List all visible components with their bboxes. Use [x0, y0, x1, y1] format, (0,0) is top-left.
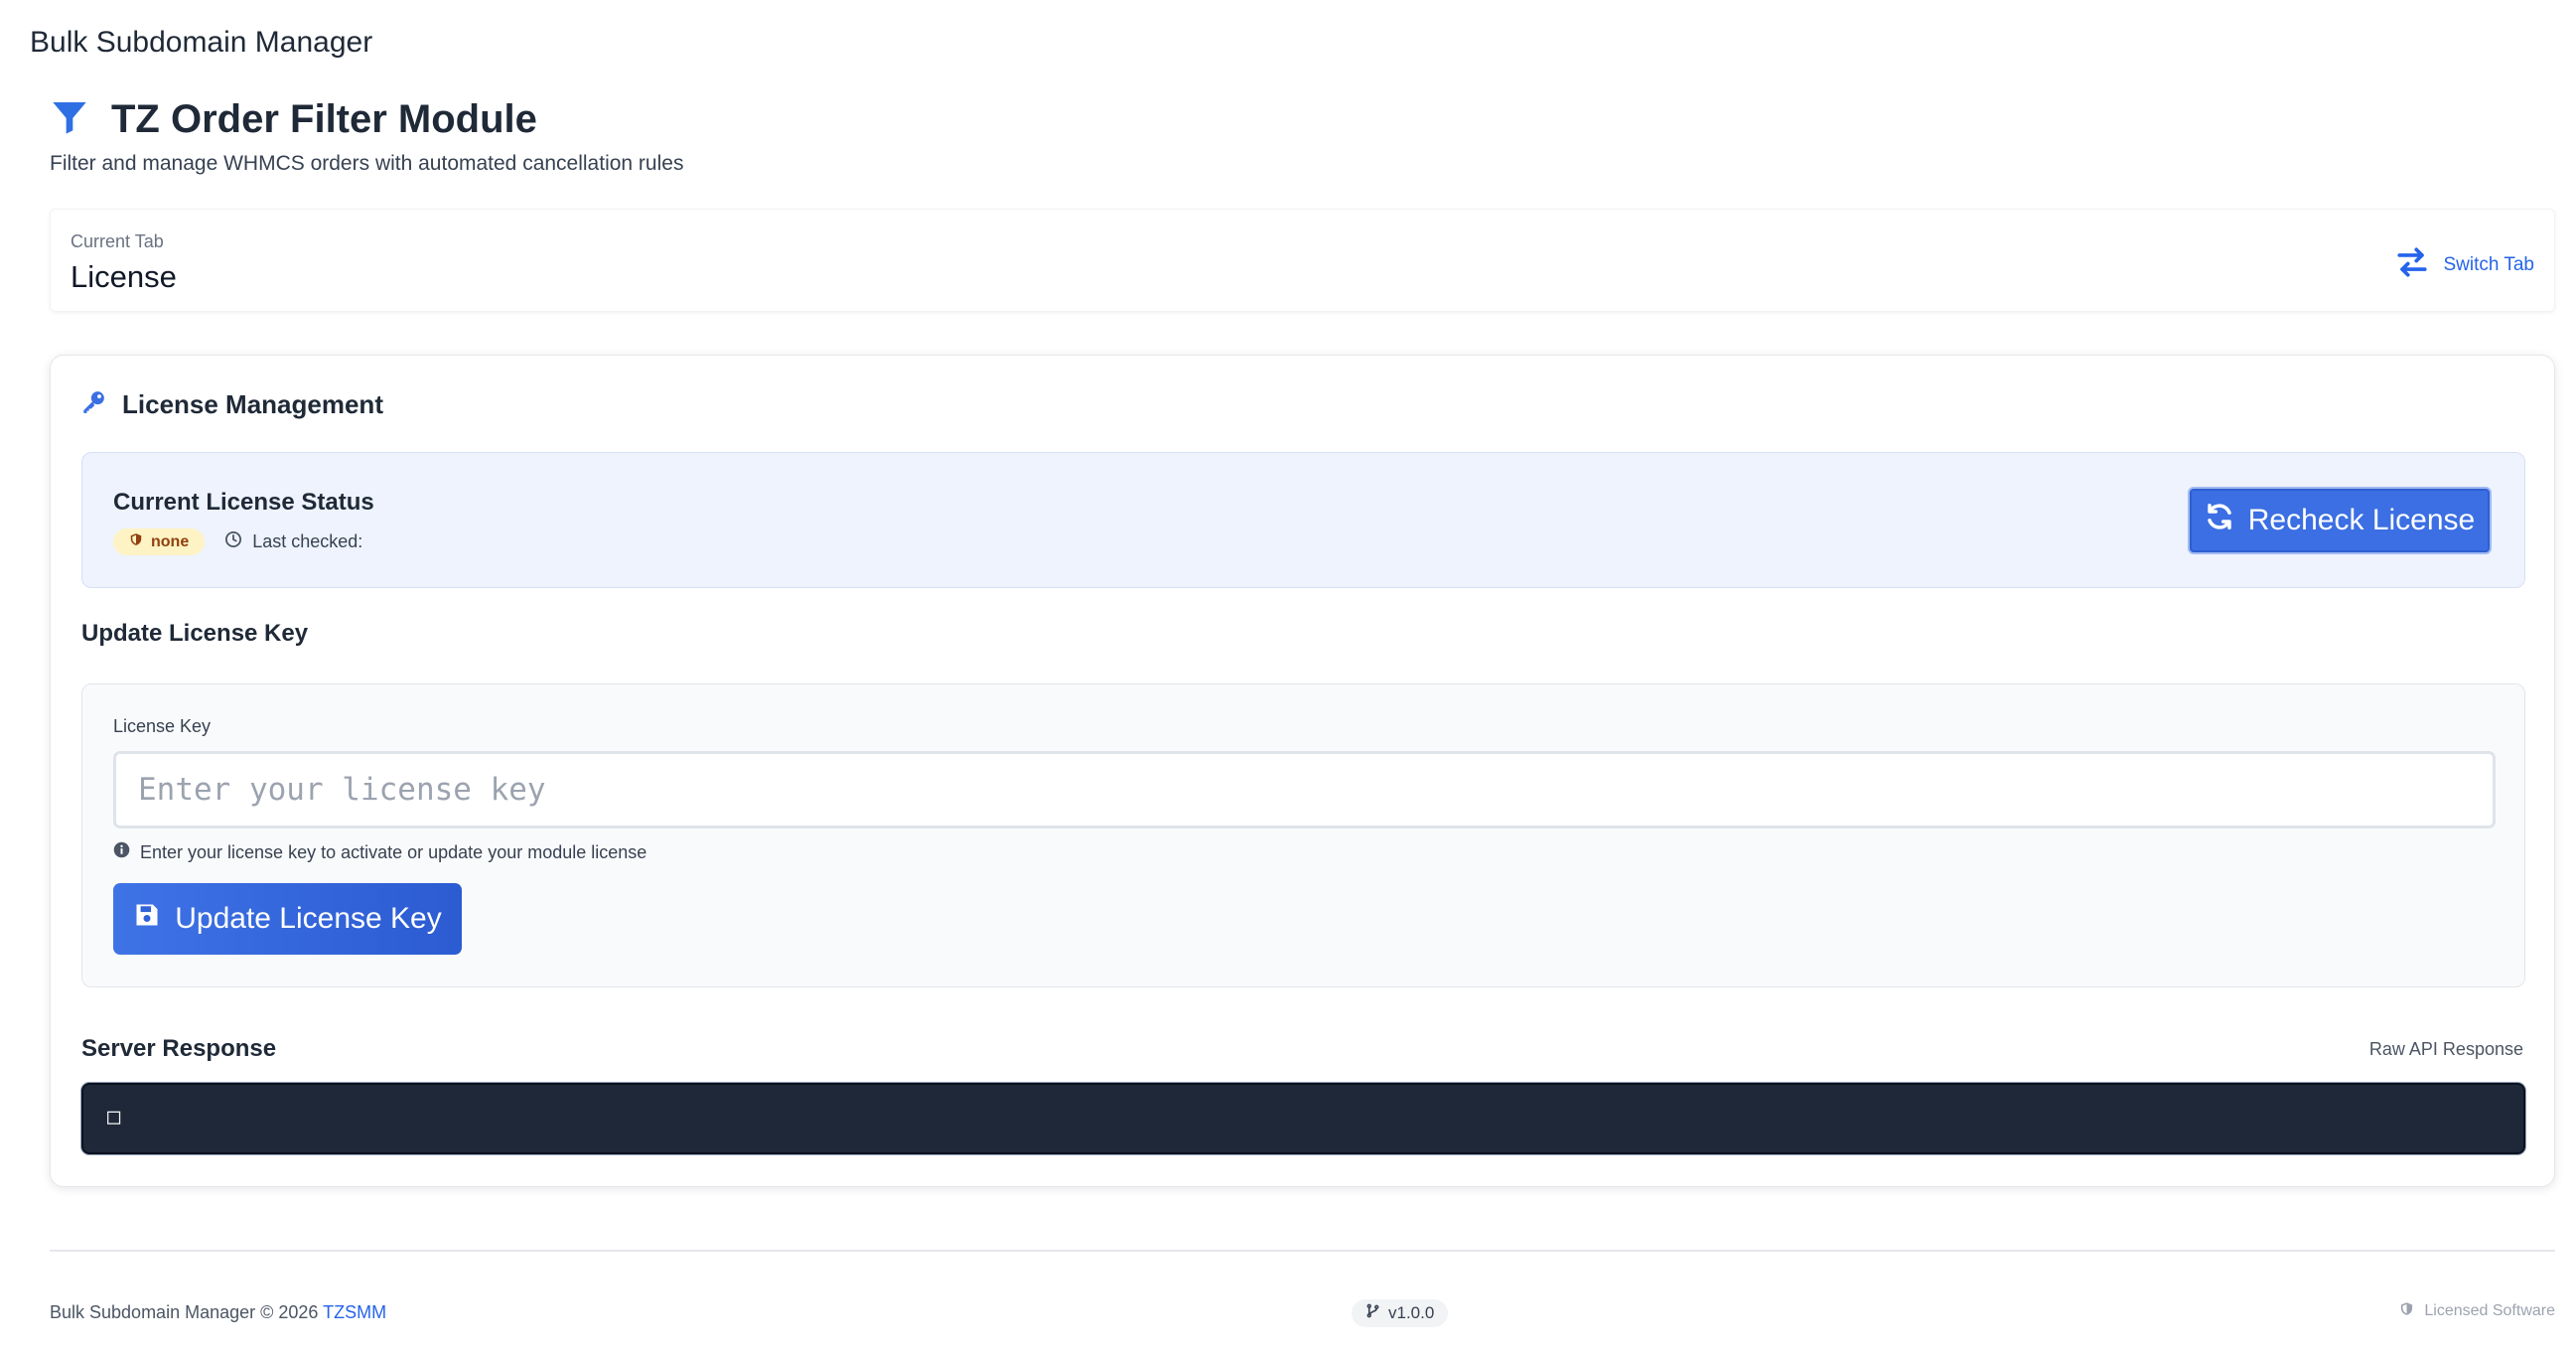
- filter-icon: [50, 97, 89, 142]
- recheck-license-label: Recheck License: [2247, 504, 2476, 536]
- license-help-text: Enter your license key to activate or up…: [113, 841, 646, 863]
- license-management-card: License Management Current License Statu…: [50, 355, 2555, 1187]
- license-status-title: Current License Status: [113, 489, 374, 516]
- update-license-key-label: Update License Key: [175, 902, 442, 935]
- info-icon: [113, 841, 130, 863]
- server-response-box[interactable]: □: [81, 1083, 2525, 1154]
- app-title: Bulk Subdomain Manager: [30, 26, 373, 59]
- current-tab-label: Current Tab: [71, 231, 164, 251]
- last-checked-label: Last checked:: [252, 531, 363, 551]
- switch-tab-label: Switch Tab: [2443, 254, 2534, 275]
- shield-icon: [129, 532, 143, 551]
- git-branch-icon: [1365, 1303, 1380, 1323]
- arrows-exchange-icon: [2395, 245, 2429, 285]
- footer-copyright: Bulk Subdomain Manager © 2026 TZSMM: [50, 1302, 386, 1323]
- licensed-software-text: Licensed Software: [2424, 1302, 2555, 1319]
- version-badge: v1.0.0: [1352, 1299, 1449, 1327]
- server-response-content: □: [107, 1105, 121, 1129]
- footer-divider: [50, 1250, 2555, 1252]
- update-license-key-button[interactable]: Update License Key: [113, 883, 462, 955]
- save-icon: [133, 901, 161, 937]
- page: Bulk Subdomain Manager TZ Order Filter M…: [0, 0, 2576, 1353]
- card-title: License Management: [122, 389, 383, 419]
- license-key-input[interactable]: [113, 751, 2496, 828]
- module-subtitle: Filter and manage WHMCS orders with auto…: [50, 152, 684, 175]
- footer-link[interactable]: TZSMM: [323, 1302, 386, 1322]
- module-header: TZ Order Filter Module Filter and manage…: [50, 97, 683, 176]
- raw-api-response-label: Raw API Response: [2368, 1039, 2523, 1059]
- refresh-icon: [2205, 502, 2234, 539]
- license-help-label: Enter your license key to activate or up…: [140, 841, 647, 862]
- switch-tab-button[interactable]: Switch Tab: [2395, 245, 2534, 285]
- recheck-license-button[interactable]: Recheck License: [2188, 487, 2492, 554]
- update-license-title: Update License Key: [81, 620, 309, 647]
- footer-copyright-text: Bulk Subdomain Manager © 2026: [50, 1302, 319, 1322]
- version-text: v1.0.0: [1388, 1303, 1435, 1322]
- current-tab-bar: Current Tab License Switch Tab: [50, 209, 2555, 312]
- licensed-software-label: Licensed Software: [2399, 1301, 2555, 1321]
- update-license-panel: License Key Enter your license key to ac…: [81, 683, 2525, 987]
- server-response-title: Server Response: [81, 1035, 277, 1062]
- shield-icon: [2399, 1301, 2414, 1321]
- status-badge-text: none: [151, 532, 190, 550]
- license-key-label: License Key: [113, 716, 212, 736]
- key-icon: [80, 389, 106, 420]
- last-checked: Last checked:: [224, 530, 362, 553]
- module-title: TZ Order Filter Module: [111, 97, 537, 141]
- clock-icon: [224, 530, 242, 553]
- status-badge: none: [113, 528, 206, 555]
- license-status-panel: Current License Status none Last checked…: [81, 452, 2525, 588]
- current-tab-value: License: [71, 259, 177, 294]
